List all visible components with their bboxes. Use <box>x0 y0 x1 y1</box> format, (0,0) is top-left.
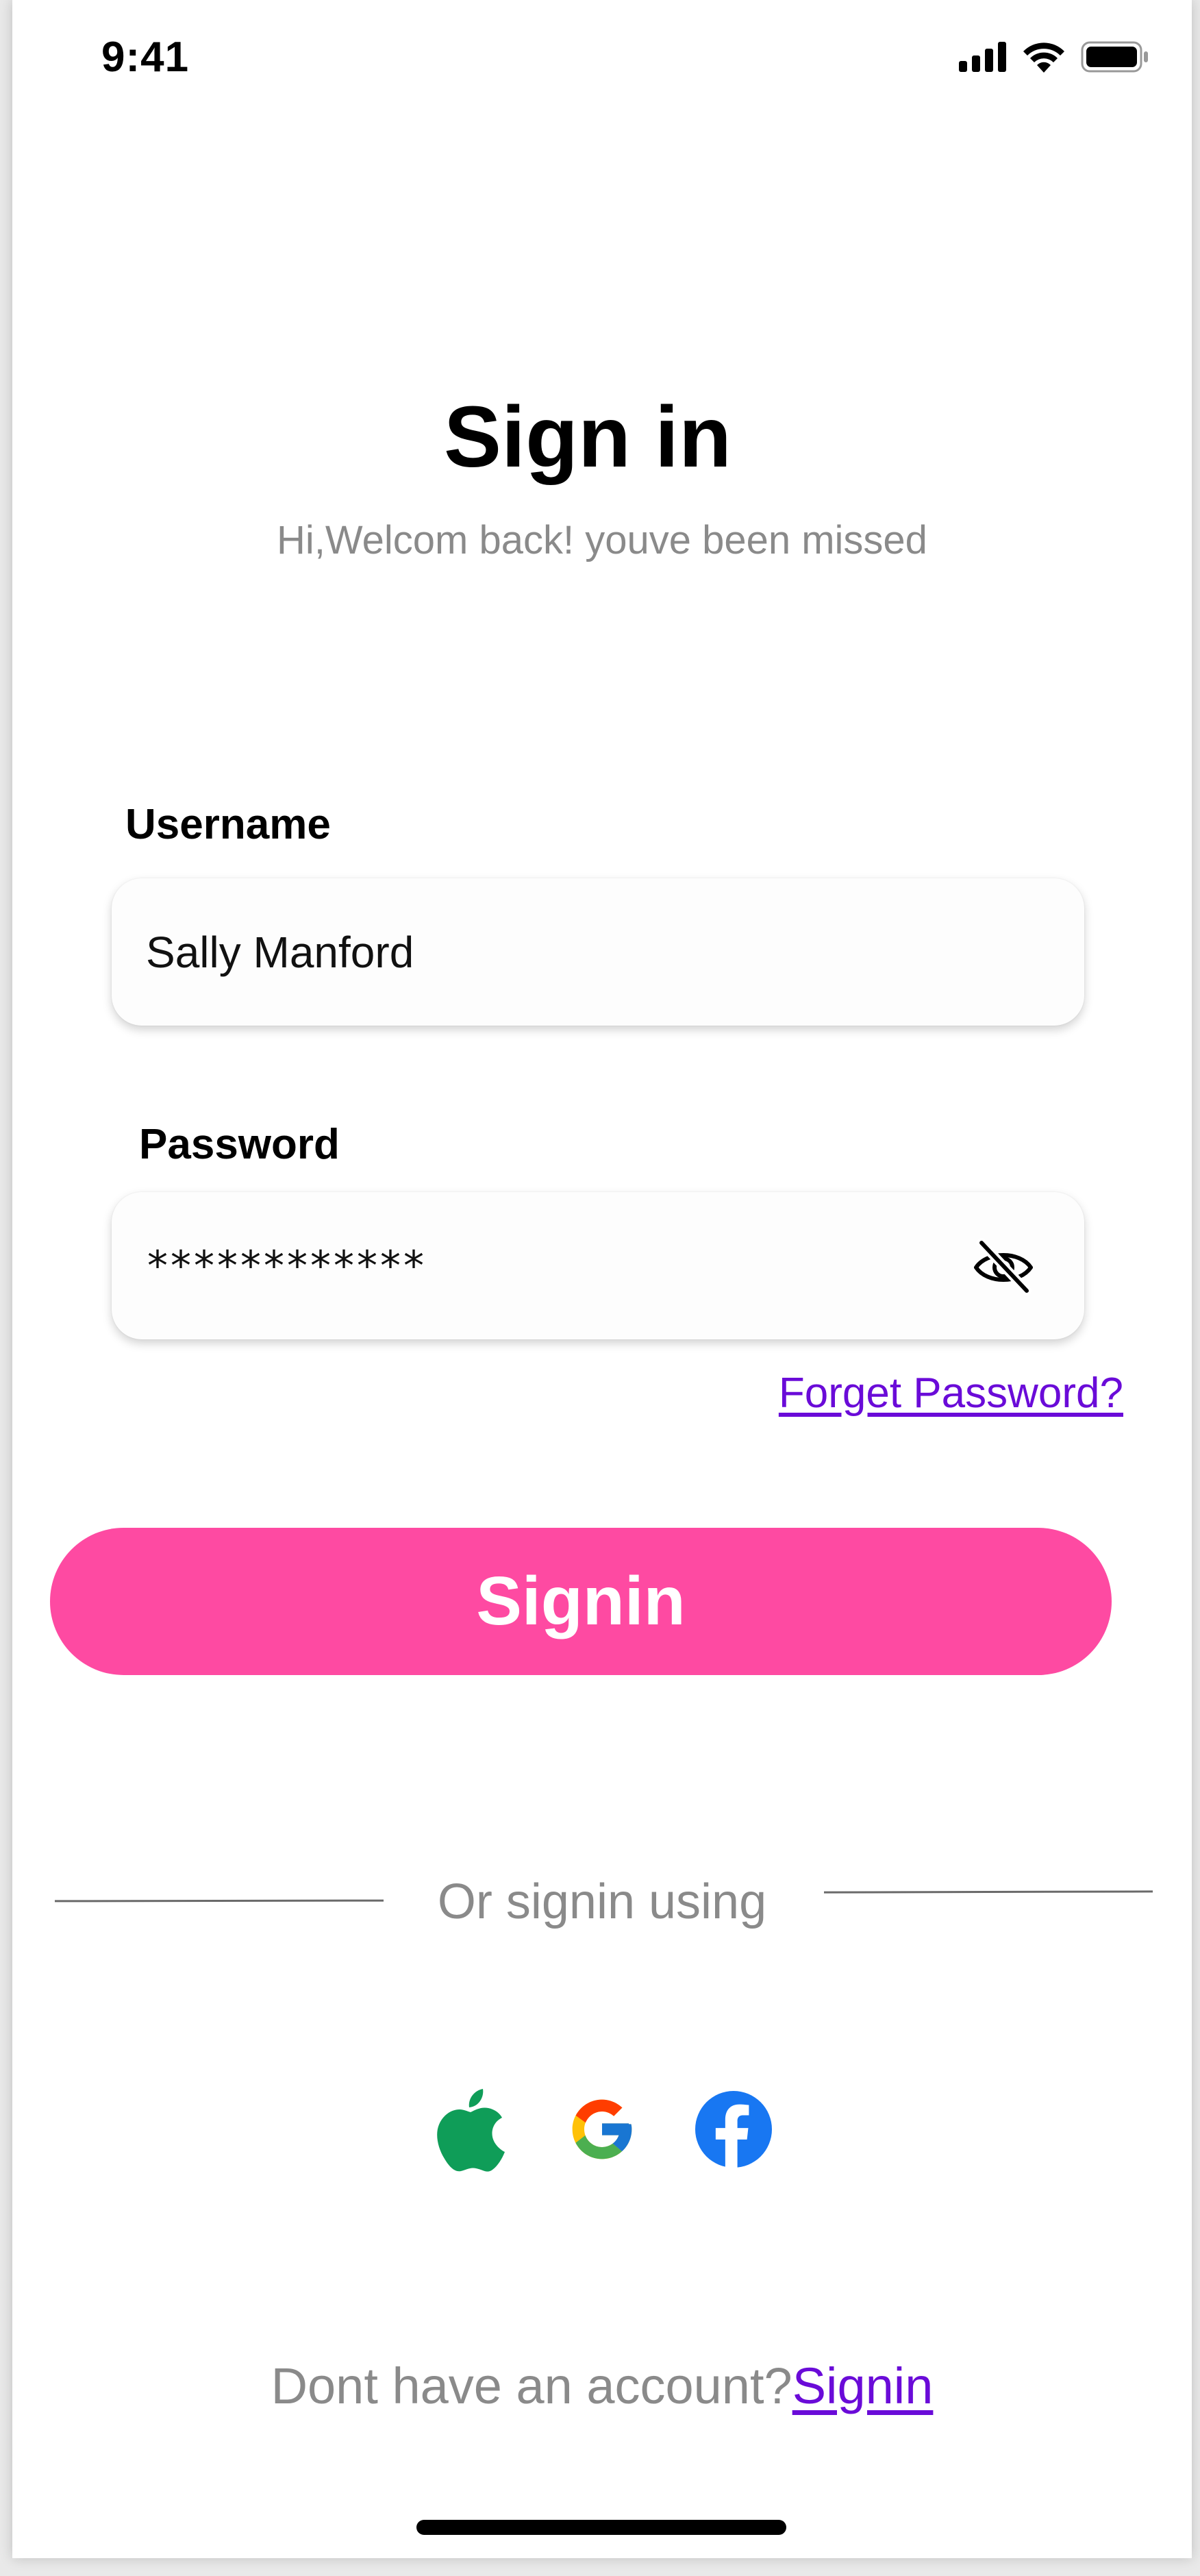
page-title: Sign in <box>444 388 732 485</box>
status-icons <box>959 41 1149 73</box>
username-input[interactable] <box>145 926 1084 978</box>
signup-prompt-text: Dont have an account? <box>271 2357 792 2414</box>
password-input[interactable]: ************ <box>147 1242 427 1290</box>
signin-button[interactable]: Signin <box>50 1528 1112 1675</box>
page-subtitle: Hi,Welcom back! youve been missed <box>277 518 927 562</box>
phone-screen: 9:41 Sign in Hi,Welcom back! youve been … <box>12 0 1192 2558</box>
password-label: Password <box>139 1121 340 1168</box>
status-time: 9:41 <box>101 34 190 81</box>
divider-text: Or signin using <box>437 1874 767 1929</box>
apple-icon <box>437 2089 505 2172</box>
wifi-icon <box>1023 42 1064 73</box>
apple-login-button[interactable] <box>432 2086 509 2172</box>
username-field-container[interactable] <box>112 878 1084 1026</box>
home-indicator[interactable] <box>416 2520 786 2535</box>
signup-link[interactable]: Signin <box>792 2357 934 2414</box>
battery-icon <box>1081 41 1148 73</box>
social-login-row <box>12 2086 1192 2172</box>
forgot-password-link[interactable]: Forget Password? <box>779 1369 1123 1417</box>
facebook-icon <box>695 2091 772 2168</box>
password-field-container[interactable]: ************ <box>112 1192 1084 1339</box>
signal-icon <box>959 42 1006 72</box>
username-label: Username <box>125 801 331 848</box>
signup-prompt: Dont have an account?Signin <box>12 2357 1192 2415</box>
eye-off-icon[interactable] <box>971 1233 1036 1299</box>
facebook-login-button[interactable] <box>695 2086 772 2172</box>
google-login-button[interactable] <box>564 2086 640 2172</box>
google-icon <box>572 2099 632 2159</box>
